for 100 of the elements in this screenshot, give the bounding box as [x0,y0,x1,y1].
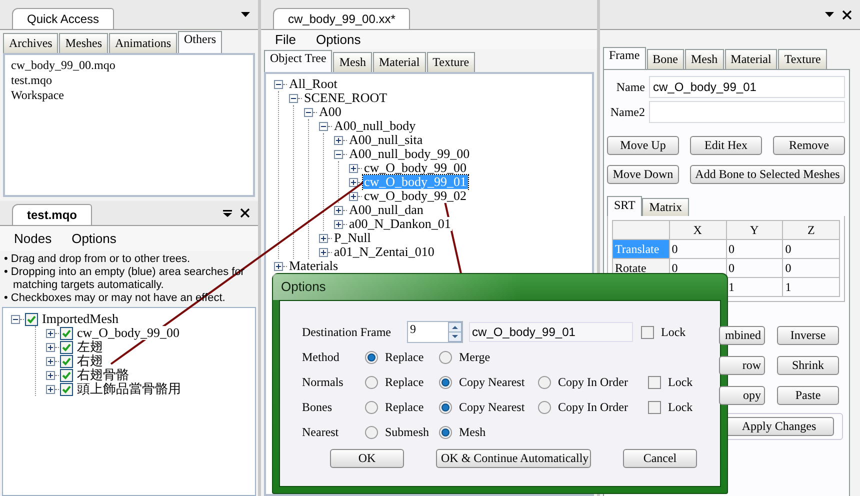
radio-button[interactable] [439,376,452,389]
tree-item[interactable]: 右翅 [76,354,104,368]
tab[interactable]: Archives [3,33,58,53]
checkbox[interactable] [641,326,654,338]
tree-item[interactable]: a00_N_Dankon_01 [348,217,452,231]
checkbox[interactable] [60,326,73,340]
checkbox[interactable] [60,354,73,368]
tree-expander[interactable] [334,136,343,144]
list-item[interactable]: test.mqo [11,73,247,88]
tree-item[interactable]: A00_null_body_99_00 [348,147,471,161]
panel-tab[interactable]: test.mqo [12,204,92,225]
table-cell[interactable]: 1 [782,278,840,296]
tree-expander[interactable] [11,314,20,324]
tree-expander[interactable] [349,192,358,200]
panel-tab[interactable]: Quick Access [12,8,114,29]
tab[interactable]: Mesh [685,49,724,69]
menu-item[interactable]: Nodes [14,231,52,246]
tab[interactable]: SRT [607,196,642,216]
tree-expander[interactable] [304,108,313,116]
tree-expander[interactable] [319,248,328,256]
spin-arrows-icon[interactable] [448,322,462,342]
tree-item[interactable]: P_Null [333,231,372,245]
radio-button[interactable] [365,426,378,439]
list-item[interactable]: cw_body_99_00.mqo [11,58,247,73]
close-icon[interactable] [240,208,250,218]
action-button[interactable]: Add Bone to Selected Meshes [690,165,845,184]
tab[interactable]: Texture [426,52,476,72]
tree-item[interactable]: A00_null_dan [348,203,424,217]
tree-item[interactable]: A00 [318,105,342,119]
table-cell[interactable]: 0 [782,258,840,278]
tab[interactable]: Mesh [333,52,372,72]
tree-item[interactable]: a01_N_Zentai_010 [333,245,436,259]
action-button[interactable]: Move Down [607,165,679,184]
menu-item[interactable]: Options [72,231,116,246]
action-button[interactable]: opy [719,386,765,405]
tree-expander[interactable] [349,178,358,186]
radio-button[interactable] [538,401,551,414]
tab[interactable]: Animations [109,33,177,53]
document-tab[interactable]: cw_body_99_00.xx* [273,8,410,29]
action-button[interactable]: Remove [773,136,845,155]
dropdown-icon[interactable] [825,12,834,17]
radio-button[interactable] [439,401,452,414]
tree-expander[interactable] [289,94,298,102]
checkbox[interactable] [60,368,73,382]
tree-expander[interactable] [46,356,55,366]
tree-item[interactable]: cw_O_body_99_00 [76,326,181,340]
action-button[interactable]: Edit Hex [690,136,762,155]
checkbox[interactable] [648,401,661,414]
tree-item[interactable]: 右翅骨骼 [76,368,130,382]
name2-field[interactable] [649,101,845,123]
tab[interactable]: Material [373,52,426,72]
tree-expander[interactable] [334,220,343,228]
dropdown-icon[interactable] [241,12,250,17]
action-button[interactable]: Shrink [777,356,839,375]
table-cell[interactable]: 0 [782,240,840,258]
tree-item[interactable]: SCENE_ROOT [303,91,388,105]
action-button[interactable]: Move Up [607,136,679,155]
tree-expander[interactable] [349,164,358,172]
dialog-button[interactable]: OK & Continue Automatically [436,449,591,468]
table-cell[interactable]: 0 [726,240,783,258]
checkbox[interactable] [60,340,73,354]
checkbox[interactable] [25,312,38,326]
checkbox[interactable] [60,382,73,396]
tree-expander[interactable] [319,234,328,242]
tree-expander[interactable] [46,328,55,338]
tree-item[interactable]: cw_O_body_99_02 [363,189,468,203]
action-button[interactable]: row [719,356,765,375]
tab[interactable]: Object Tree [264,50,332,72]
table-cell[interactable]: 0 [726,258,783,278]
tree-expander[interactable] [334,206,343,214]
tab[interactable]: Meshes [59,33,108,53]
dialog-button[interactable]: OK [330,449,404,468]
frame-name-field[interactable]: cw_O_body_99_01 [469,322,633,342]
dropdown-icon[interactable] [223,210,232,216]
radio-button[interactable] [439,426,452,439]
tree-expander[interactable] [334,150,343,158]
tab[interactable]: Material [724,49,778,69]
tab[interactable]: Bone [646,49,684,69]
tree-item[interactable]: Materials [288,259,340,273]
action-button[interactable]: Paste [777,386,839,405]
tree-expander[interactable] [46,342,55,352]
list-item[interactable]: Workspace [11,88,247,103]
menu-item[interactable]: Options [316,32,361,47]
radio-button[interactable] [365,351,378,364]
tree-item[interactable]: 左翅 [76,340,104,354]
tree-expander[interactable] [46,384,55,394]
action-button[interactable]: Inverse [777,326,839,345]
action-button[interactable]: mbined [719,326,765,345]
tree-item[interactable]: ImportedMesh [41,312,120,326]
tree-item[interactable]: A00_null_sita [348,133,424,147]
tab[interactable]: Others [178,31,222,53]
close-icon[interactable] [842,10,852,20]
tree-item[interactable]: A00_null_body [333,119,417,133]
tab[interactable]: Frame [603,47,646,69]
radio-button[interactable] [439,351,452,364]
dialog-button[interactable]: Cancel [623,449,697,468]
checkbox[interactable] [648,376,661,389]
menu-item[interactable]: File [275,32,296,47]
tree-item[interactable]: All_Root [288,77,338,91]
spin-field[interactable]: 9 [407,321,463,343]
